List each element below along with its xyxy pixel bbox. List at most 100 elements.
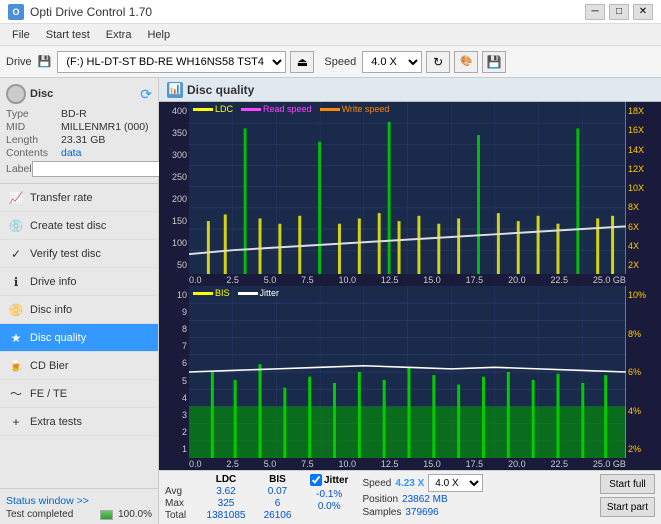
drive-label: Drive	[6, 56, 32, 68]
nav-transfer-rate[interactable]: 📈 Transfer rate	[0, 184, 158, 212]
nav-disc-quality[interactable]: ★ Disc quality	[0, 324, 158, 352]
chart-icon: 📊	[167, 82, 183, 98]
disc-section: Disc ⟳ Type BD-R MID MILLENMR1 (000) Len…	[0, 78, 158, 184]
speed-dropdown[interactable]: 4.0 X	[428, 474, 483, 492]
title-bar: O Opti Drive Control 1.70 ─ □ ✕	[0, 0, 661, 24]
progress-bar-fill	[101, 511, 112, 519]
close-button[interactable]: ✕	[633, 4, 653, 20]
stats-area: LDC BIS Avg 3.62 0.07 Max 325 6	[159, 470, 661, 524]
jitter-label: Jitter	[324, 475, 348, 486]
eject-button[interactable]: ⏏	[290, 51, 314, 73]
disc-length-row: Length 23.31 GB	[6, 134, 152, 146]
window-controls: ─ □ ✕	[585, 4, 653, 20]
top-chart: 400 350 300 250 200 150 100 50 LDC	[159, 102, 661, 274]
disc-length-val: 23.31 GB	[61, 134, 152, 146]
top-chart-inner: LDC Read speed Write speed	[189, 102, 626, 274]
disc-icon	[6, 84, 26, 104]
nav-cd-bier-label: CD Bier	[30, 360, 69, 372]
bottom-chart-svg	[189, 286, 626, 458]
status-progress-row: Test completed 100.0%	[0, 509, 158, 520]
menu-starttest[interactable]: Start test	[38, 27, 98, 43]
nav-items: 📈 Transfer rate 💿 Create test disc ✓ Ver…	[0, 184, 158, 488]
disc-label-input[interactable]	[32, 161, 170, 177]
app-title: Opti Drive Control 1.70	[30, 5, 152, 19]
position-label: Position	[362, 494, 398, 505]
jitter-checkbox[interactable]	[310, 474, 322, 486]
stats-total-label: Total	[165, 510, 197, 521]
progress-percent: 100.0%	[117, 509, 152, 520]
drive-info-icon: ℹ	[8, 274, 24, 290]
legend-read-speed: Read speed	[241, 104, 312, 114]
jitter-checkbox-row: Jitter	[310, 474, 348, 486]
stats-total-row: Total 1381085 26106	[165, 510, 300, 521]
menu-help[interactable]: Help	[139, 27, 178, 43]
top-chart-x-axis: 0.0 2.5 5.0 7.5 10.0 12.5 15.0 17.5 20.0…	[159, 274, 661, 286]
legend-bis: BIS	[193, 288, 230, 298]
menu-file[interactable]: File	[4, 27, 38, 43]
nav-create-test-disc-label: Create test disc	[30, 220, 106, 232]
create-test-disc-icon: 💿	[8, 218, 24, 234]
stats-max-bis: 6	[255, 498, 300, 509]
nav-extra-tests[interactable]: + Extra tests	[0, 408, 158, 436]
status-row: Status window >>	[0, 493, 158, 509]
nav-drive-info[interactable]: ℹ Drive info	[0, 268, 158, 296]
stats-avg-bis: 0.07	[255, 486, 300, 497]
app-icon: O	[8, 4, 24, 20]
disc-refresh-icon[interactable]: ⟳	[140, 86, 152, 103]
title-bar-left: O Opti Drive Control 1.70	[8, 4, 152, 20]
menu-extra[interactable]: Extra	[98, 27, 140, 43]
stats-table: LDC BIS Avg 3.62 0.07 Max 325 6	[165, 474, 300, 521]
legend-ldc: LDC	[193, 104, 233, 114]
maximize-button[interactable]: □	[609, 4, 629, 20]
bottom-chart-inner: BIS Jitter	[189, 286, 626, 458]
status-window-button[interactable]: Status window >>	[6, 495, 89, 507]
drive-select[interactable]: (F:) HL-DT-ST BD-RE WH16NS58 TST4	[57, 51, 286, 73]
stats-ldc-header: LDC	[201, 474, 251, 485]
nav-disc-info[interactable]: 📀 Disc info	[0, 296, 158, 324]
refresh-button[interactable]: ↻	[426, 51, 450, 73]
drive-icon: 💾	[38, 55, 52, 68]
stats-total-bis: 26106	[255, 510, 300, 521]
chart-title: Disc quality	[187, 83, 254, 97]
transfer-rate-icon: 📈	[8, 190, 24, 206]
disc-type-row: Type BD-R	[6, 108, 152, 120]
nav-cd-bier[interactable]: 🍺 CD Bier	[0, 352, 158, 380]
legend-bis-label: BIS	[215, 288, 230, 298]
disc-quality-icon: ★	[8, 330, 24, 346]
top-chart-legend: LDC Read speed Write speed	[193, 104, 389, 114]
speed-row: Speed 4.23 X 4.0 X	[362, 474, 483, 492]
legend-ldc-label: LDC	[215, 104, 233, 114]
start-part-button[interactable]: Start part	[600, 497, 655, 517]
fe-te-icon: 〜	[8, 386, 24, 402]
color-button[interactable]: 🎨	[454, 51, 478, 73]
stats-avg-ldc: 3.62	[201, 486, 251, 497]
right-panel: 📊 Disc quality 400 350 300 250 200 150 1…	[159, 78, 661, 524]
verify-test-disc-icon: ✓	[8, 246, 24, 262]
speed-value: 4.23 X	[395, 478, 424, 489]
chart-header: 📊 Disc quality	[159, 78, 661, 102]
disc-contents-val: data	[61, 147, 152, 159]
disc-contents-row: Contents data	[6, 147, 152, 159]
stats-max-label: Max	[165, 498, 197, 509]
extra-tests-icon: +	[8, 414, 24, 430]
legend-write-speed-label: Write speed	[342, 104, 390, 114]
legend-write-speed: Write speed	[320, 104, 390, 114]
left-panel: Disc ⟳ Type BD-R MID MILLENMR1 (000) Len…	[0, 78, 159, 524]
position-value: 23862 MB	[402, 494, 448, 505]
disc-info-icon: 📀	[8, 302, 24, 318]
save-button[interactable]: 💾	[482, 51, 506, 73]
speed-label: Speed	[362, 478, 391, 489]
start-full-button[interactable]: Start full	[600, 474, 655, 494]
stats-bis-header: BIS	[255, 474, 300, 485]
nav-create-test-disc[interactable]: 💿 Create test disc	[0, 212, 158, 240]
legend-read-speed-label: Read speed	[263, 104, 312, 114]
minimize-button[interactable]: ─	[585, 4, 605, 20]
speed-select[interactable]: 4.0 X	[362, 51, 422, 73]
cd-bier-icon: 🍺	[8, 358, 24, 374]
stats-avg-label: Avg	[165, 486, 197, 497]
nav-verify-test-disc[interactable]: ✓ Verify test disc	[0, 240, 158, 268]
bottom-chart-x-axis: 0.0 2.5 5.0 7.5 10.0 12.5 15.0 17.5 20.0…	[159, 458, 661, 470]
nav-fe-te[interactable]: 〜 FE / TE	[0, 380, 158, 408]
main-content: Disc ⟳ Type BD-R MID MILLENMR1 (000) Len…	[0, 78, 661, 524]
disc-label-row: Label ▼	[6, 161, 152, 177]
